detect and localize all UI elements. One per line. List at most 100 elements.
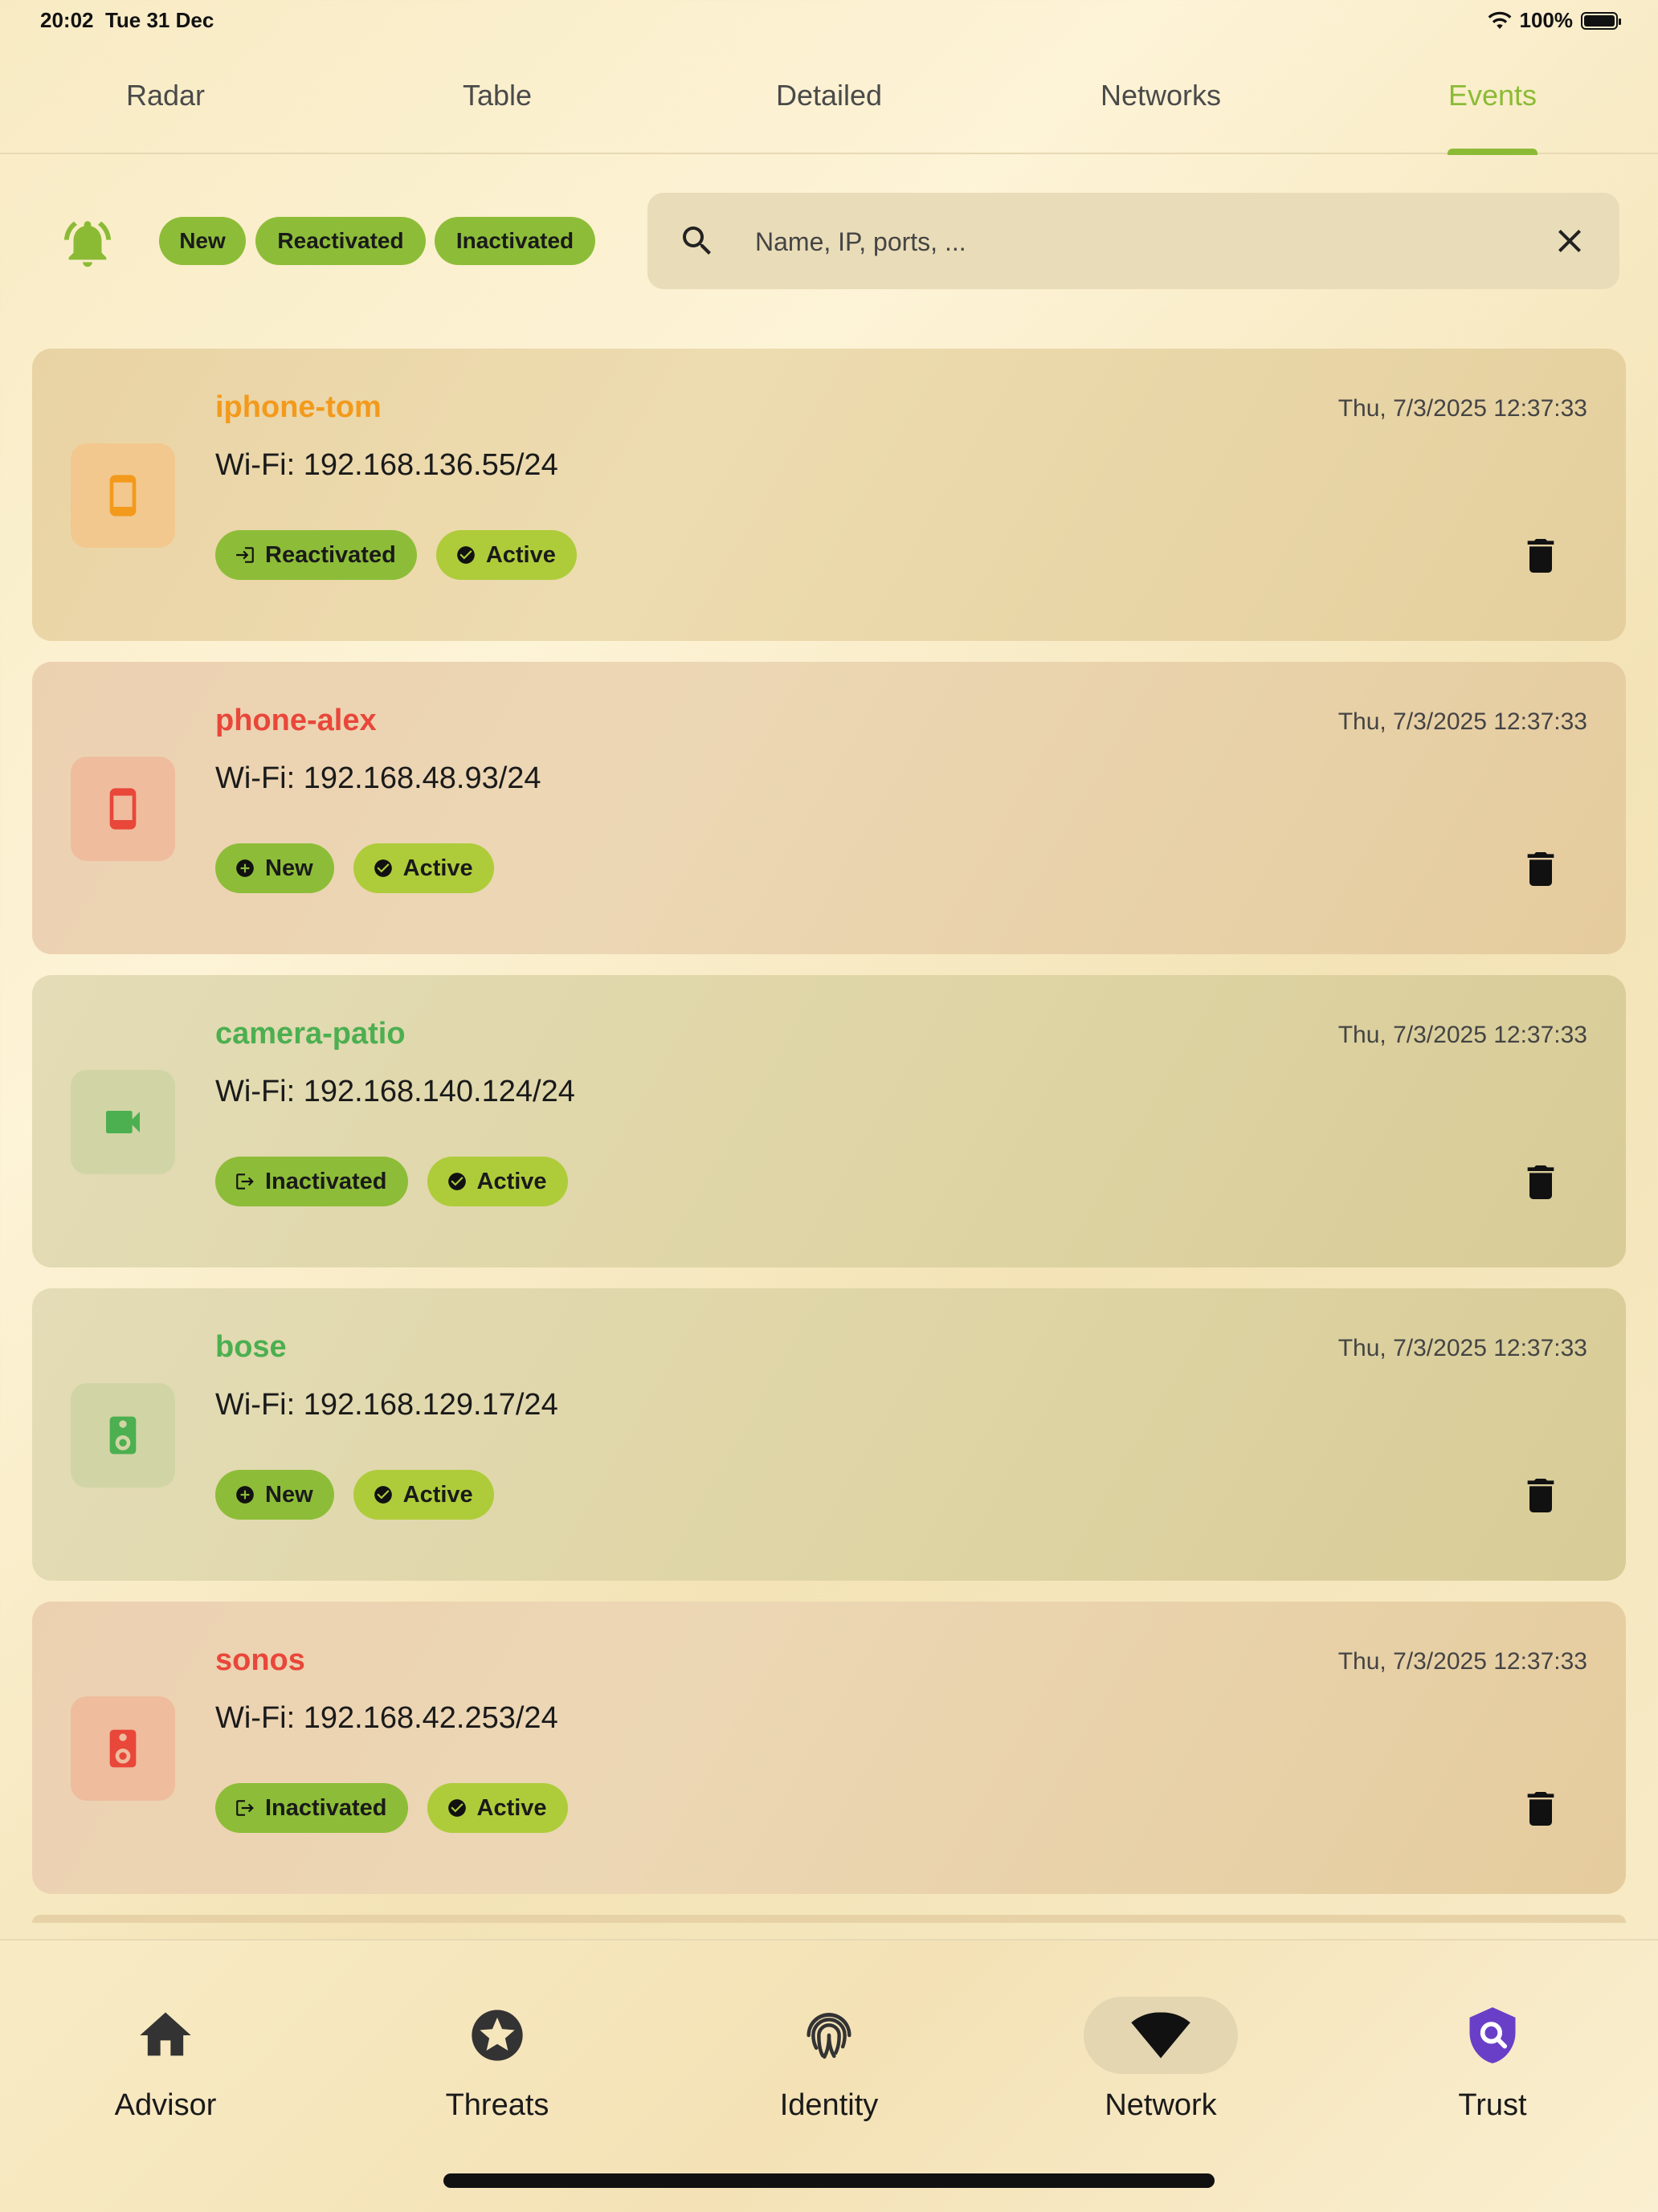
login-icon — [236, 547, 254, 563]
nav-identity[interactable]: Identity — [709, 1997, 949, 2123]
status-bar: 20:02 Tue 31 Dec 100% — [0, 0, 1658, 40]
tab-detailed[interactable]: Detailed — [776, 79, 882, 112]
battery-percent: 100% — [1519, 8, 1574, 32]
speaker-icon — [109, 1416, 137, 1455]
logout-icon — [236, 1800, 254, 1816]
tab-table[interactable]: Table — [463, 79, 532, 112]
next-card-peek — [32, 1915, 1626, 1923]
phone-icon — [109, 788, 137, 830]
check-circle-icon — [374, 1486, 392, 1504]
add-circle-icon — [236, 1486, 254, 1504]
device-ip: Wi-Fi: 192.168.48.93/24 — [215, 761, 541, 795]
nav-advisor[interactable]: Advisor — [45, 1997, 286, 2123]
event-type-badge: Inactivated — [215, 1783, 408, 1833]
check-circle-icon — [447, 1173, 466, 1190]
check-circle-icon — [374, 859, 392, 877]
event-card[interactable]: phone-alex Thu, 7/3/2025 12:37:33 Wi-Fi:… — [32, 662, 1626, 954]
check-circle-icon — [456, 546, 475, 564]
search-box — [647, 193, 1619, 289]
search-input[interactable] — [753, 222, 1480, 262]
device-icon-box — [71, 757, 175, 861]
close-icon[interactable] — [1550, 222, 1589, 260]
bottom-nav: Advisor Threats Identity Network Trust — [0, 1939, 1658, 2212]
shield-search-icon — [1469, 2007, 1516, 2063]
event-timestamp: Thu, 7/3/2025 12:37:33 — [1337, 1335, 1587, 1361]
device-icon-box — [71, 1383, 175, 1488]
device-name: bose — [215, 1330, 287, 1364]
filter-bar: New Reactivated Inactivated — [0, 193, 1658, 289]
nav-network[interactable]: Network — [1040, 1997, 1281, 2123]
event-card[interactable]: iphone-tom Thu, 7/3/2025 12:37:33 Wi-Fi:… — [32, 349, 1626, 641]
nav-label: Trust — [1458, 2088, 1527, 2122]
star-circle-icon — [472, 2010, 523, 2061]
device-name: phone-alex — [215, 704, 377, 737]
event-timestamp: Thu, 7/3/2025 12:37:33 — [1337, 708, 1587, 735]
event-badges: Reactivated Active — [215, 530, 577, 580]
home-indicator — [443, 2173, 1215, 2188]
device-ip: Wi-Fi: 192.168.42.253/24 — [215, 1701, 558, 1735]
event-card[interactable]: sonos Thu, 7/3/2025 12:37:33 Wi-Fi: 192.… — [32, 1602, 1626, 1894]
device-icon-box — [71, 1696, 175, 1801]
active-tab-indicator — [1448, 149, 1538, 155]
status-badge: Active — [427, 1157, 568, 1206]
trash-icon[interactable] — [1518, 1471, 1563, 1520]
event-type-badge: New — [215, 843, 334, 893]
event-badges: New Active — [215, 1470, 494, 1520]
event-type-badge: Reactivated — [215, 530, 417, 580]
status-right: 100% — [1488, 8, 1621, 33]
tab-events[interactable]: Events — [1448, 79, 1537, 112]
device-ip: Wi-Fi: 192.168.129.17/24 — [215, 1388, 558, 1422]
device-ip: Wi-Fi: 192.168.140.124/24 — [215, 1075, 575, 1108]
event-card[interactable]: bose Thu, 7/3/2025 12:37:33 Wi-Fi: 192.1… — [32, 1288, 1626, 1581]
search-icon — [683, 227, 711, 255]
nav-trust[interactable]: Trust — [1372, 1997, 1613, 2123]
device-name: sonos — [215, 1643, 305, 1677]
event-timestamp: Thu, 7/3/2025 12:37:33 — [1337, 1648, 1587, 1675]
fingerprint-icon — [807, 2013, 851, 2059]
logout-icon — [236, 1173, 254, 1190]
status-badge: Active — [427, 1783, 568, 1833]
device-icon-box — [71, 443, 175, 548]
top-tab-bar: Radar Table Detailed Networks Events — [0, 64, 1658, 155]
status-badge: Active — [353, 1470, 494, 1520]
status-time: 20:02 Tue 31 Dec — [40, 8, 214, 32]
nav-label: Advisor — [114, 2088, 217, 2122]
device-icon-box — [71, 1070, 175, 1174]
trash-icon[interactable] — [1518, 845, 1563, 893]
add-circle-icon — [236, 859, 254, 877]
tab-networks[interactable]: Networks — [1101, 79, 1221, 112]
event-badges: New Active — [215, 843, 494, 893]
filter-chip-inactivated[interactable]: Inactivated — [435, 217, 595, 265]
check-circle-icon — [447, 1799, 466, 1817]
filter-chip-reactivated[interactable]: Reactivated — [255, 217, 426, 265]
wifi-icon — [1131, 2012, 1190, 2059]
event-badges: Inactivated Active — [215, 1783, 568, 1833]
battery-icon — [1581, 11, 1621, 30]
device-ip: Wi-Fi: 192.168.136.55/24 — [215, 448, 558, 482]
filter-chip-new[interactable]: New — [159, 217, 246, 265]
camera-icon — [106, 1111, 140, 1133]
nav-label: Threats — [445, 2088, 549, 2122]
trash-icon[interactable] — [1518, 532, 1563, 580]
device-name: iphone-tom — [215, 390, 382, 424]
home-icon — [140, 2012, 191, 2056]
nav-label: Identity — [779, 2088, 879, 2122]
event-timestamp: Thu, 7/3/2025 12:37:33 — [1337, 1022, 1587, 1048]
event-card[interactable]: camera-patio Thu, 7/3/2025 12:37:33 Wi-F… — [32, 975, 1626, 1267]
status-badge: Active — [353, 843, 494, 893]
speaker-icon — [109, 1729, 137, 1768]
tab-radar[interactable]: Radar — [126, 79, 205, 112]
trash-icon[interactable] — [1518, 1158, 1563, 1206]
wifi-status-icon — [1488, 11, 1511, 29]
event-badges: Inactivated Active — [215, 1157, 568, 1206]
event-type-badge: New — [215, 1470, 334, 1520]
nav-threats[interactable]: Threats — [377, 1997, 618, 2123]
phone-icon — [109, 475, 137, 516]
nav-label: Network — [1105, 2088, 1217, 2122]
event-type-badge: Inactivated — [215, 1157, 408, 1206]
bell-ring-icon[interactable] — [59, 215, 116, 271]
trash-icon[interactable] — [1518, 1785, 1563, 1833]
status-badge: Active — [435, 530, 577, 580]
event-timestamp: Thu, 7/3/2025 12:37:33 — [1337, 395, 1587, 422]
device-name: camera-patio — [215, 1017, 406, 1051]
